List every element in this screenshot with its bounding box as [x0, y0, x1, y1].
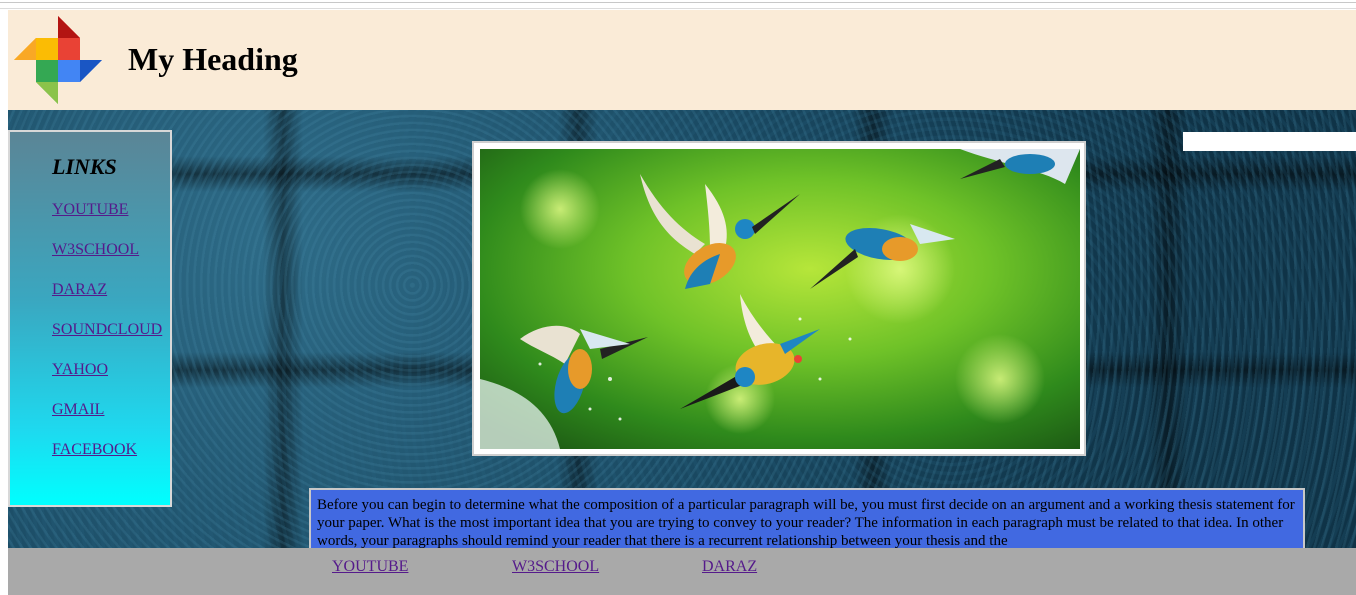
sidebar-link-daraz[interactable]: DARAZ	[52, 281, 107, 299]
kingfishers-photo	[480, 149, 1080, 449]
page-title: My Heading	[128, 41, 298, 77]
top-divider	[0, 2, 1356, 3]
sidebar-link-gmail[interactable]: GMAIL	[52, 401, 104, 419]
footer-link-daraz[interactable]: DARAZ	[702, 558, 757, 576]
sidebar-link-youtube[interactable]: YOUTUBE	[52, 201, 128, 219]
pinwheel-icon	[14, 16, 102, 104]
links-heading: LINKS	[52, 154, 117, 179]
page-header: My Heading	[8, 10, 1356, 110]
top-divider-2	[0, 8, 1356, 9]
kingfisher-image-frame	[472, 141, 1086, 456]
paragraph-text: Before you can begin to determine what t…	[317, 497, 1295, 549]
sidebar-link-w3school[interactable]: W3SCHOOL	[52, 241, 139, 259]
white-strip	[1183, 132, 1356, 151]
sidebar-link-facebook[interactable]: FACEBOOK	[52, 441, 137, 459]
links-sidebar: LINKS YOUTUBE W3SCHOOL DARAZ SOUNDCLOUD …	[8, 130, 172, 507]
footer-link-w3school[interactable]: W3SCHOOL	[512, 558, 599, 576]
sidebar-link-yahoo[interactable]: YAHOO	[52, 361, 108, 379]
sidebar-link-soundcloud[interactable]: SOUNDCLOUD	[52, 321, 162, 339]
page-footer: YOUTUBE W3SCHOOL DARAZ	[8, 548, 1356, 595]
footer-link-youtube[interactable]: YOUTUBE	[332, 558, 408, 576]
